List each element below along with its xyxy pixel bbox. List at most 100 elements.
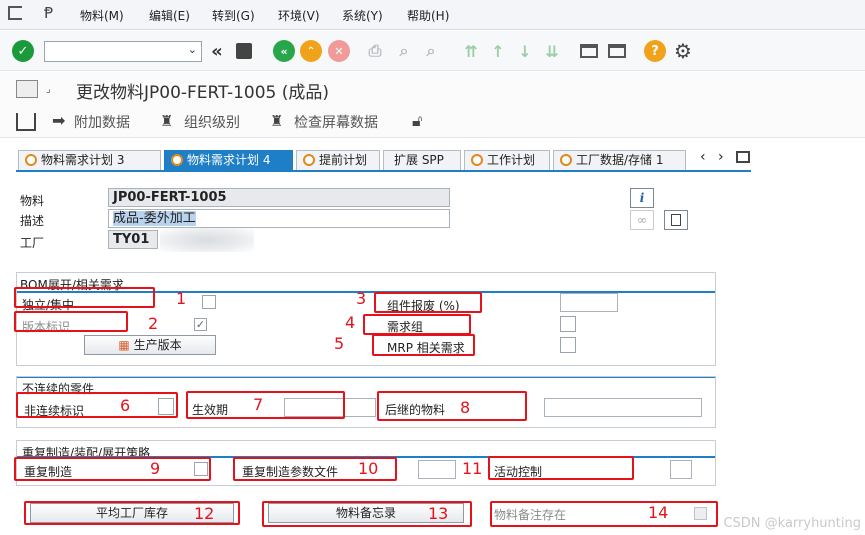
tab-extended-spp[interactable]: 扩展 SPP <box>383 150 461 170</box>
annotation-number-14: 14 <box>648 503 669 522</box>
annotation-box-4 <box>363 314 471 335</box>
annotation-number-9: 9 <box>150 459 161 478</box>
component-scrap-field[interactable] <box>560 293 618 312</box>
annotation-number-2: 2 <box>148 314 159 333</box>
title-bar: ⌟ 更改物料JP00-FERT-1005 (成品) <box>0 72 865 106</box>
help-icon[interactable]: ? <box>644 40 666 62</box>
cancel-icon[interactable]: ✕ <box>328 40 350 62</box>
annotation-number-1: 1 <box>176 289 187 308</box>
watermark: CSDN @karryhunting <box>723 516 861 531</box>
menu-help[interactable]: 帮助(H) <box>407 7 449 24</box>
annotation-number-10: 10 <box>358 459 379 478</box>
tab-status-icon <box>471 154 483 166</box>
annotation-number-3: 3 <box>356 289 367 308</box>
menu-edit[interactable]: 编辑(E) <box>149 7 190 24</box>
standard-toolbar: ✓ ⌄ « « ⌃ ✕ ⎙ ⌕ ⌕ ⇈ ↑ ↓ ⇊ ? ⚙ <box>0 31 865 71</box>
print-icon[interactable]: ⎙ <box>364 40 386 62</box>
exit-icon[interactable]: ⌃ <box>300 40 322 62</box>
info-icon[interactable]: i <box>630 188 654 208</box>
page-title: 更改物料JP00-FERT-1005 (成品) <box>76 83 330 103</box>
edit-data-icon[interactable] <box>16 113 36 131</box>
description-field[interactable]: 成品-委外加工 <box>108 209 450 228</box>
action-control-field[interactable] <box>670 460 692 479</box>
last-page-icon[interactable]: ⇊ <box>541 40 563 62</box>
application-toolbar: ➡ 附加数据 ♜ 组织级别 ♜ 检查屏幕数据 🔓︎ <box>0 106 865 138</box>
plant-label: 工厂 <box>20 236 45 250</box>
description-label: 描述 <box>20 214 45 228</box>
tab-forecasting[interactable]: 提前计划 <box>296 150 380 170</box>
menu-p-icon[interactable]: Ᵽ <box>44 4 53 22</box>
lock-icon[interactable]: 🔓︎ <box>412 111 422 131</box>
check-screen-data-button[interactable]: 检查屏幕数据 <box>294 112 378 132</box>
tab-status-icon <box>25 154 37 166</box>
tab-label: 扩展 SPP <box>394 153 444 167</box>
menu-material[interactable]: 物料(M) <box>80 7 124 24</box>
annotation-box-1 <box>14 287 155 308</box>
find-next-icon[interactable]: ⌕ <box>420 40 442 62</box>
annotation-box-5 <box>372 334 475 356</box>
additional-data-icon[interactable]: ➡ <box>52 111 65 130</box>
production-version-label: 生产版本 <box>133 338 182 352</box>
document-icon[interactable] <box>664 210 688 230</box>
tab-scroll-right-icon[interactable]: › <box>718 149 724 165</box>
annotation-number-12: 12 <box>194 504 215 523</box>
annotation-box-14 <box>490 501 718 527</box>
tab-label: 提前计划 <box>319 153 368 167</box>
annotation-box-3 <box>374 292 482 313</box>
menu-goto[interactable]: 转到(G) <box>212 7 255 24</box>
new-session-icon[interactable] <box>578 40 600 62</box>
find-icon[interactable]: ⌕ <box>393 40 415 62</box>
rem-profile-field[interactable] <box>418 460 456 479</box>
annotation-box-2 <box>14 311 128 332</box>
annotation-box-11 <box>488 456 634 480</box>
tab-underline <box>16 170 751 172</box>
menu-environment[interactable]: 环境(V) <box>278 7 320 24</box>
annotation-box-6 <box>16 392 178 418</box>
command-field[interactable]: ⌄ <box>44 41 202 62</box>
previous-page-icon[interactable]: ↑ <box>487 40 509 62</box>
annotation-number-5: 5 <box>334 334 345 353</box>
tab-scroll-left-icon[interactable]: ‹ <box>700 149 706 165</box>
back-arrows-icon[interactable]: « <box>206 40 228 62</box>
enter-icon[interactable]: ✓ <box>12 40 34 62</box>
annotation-number-4: 4 <box>345 313 356 332</box>
independent-collective-checkbox[interactable] <box>202 295 216 309</box>
org-levels-icon[interactable]: ♜ <box>160 112 173 130</box>
menu-bar: Ᵽ 物料(M) 编辑(E) 转到(G) 环境(V) 系统(Y) 帮助(H) <box>0 0 865 30</box>
screen-layout-icon[interactable] <box>16 80 38 98</box>
next-page-icon[interactable]: ↓ <box>514 40 536 62</box>
tab-status-icon <box>171 154 183 166</box>
org-levels-button[interactable]: 组织级别 <box>184 112 240 132</box>
tab-work-scheduling[interactable]: 工作计划 <box>464 150 550 170</box>
version-indicator-checkbox: ✓ <box>194 318 207 331</box>
production-version-button[interactable]: ▦ 生产版本 <box>84 335 216 355</box>
tab-list-icon[interactable] <box>736 151 750 163</box>
tab-label: 工厂数据/存储 1 <box>576 153 664 167</box>
glasses-icon[interactable]: ∞ <box>630 210 654 230</box>
material-field: JP00-FERT-1005 <box>108 188 450 207</box>
back-icon[interactable]: « <box>273 40 295 62</box>
save-icon[interactable] <box>233 40 255 62</box>
tab-plant-storage-1[interactable]: 工厂数据/存储 1 <box>553 150 686 170</box>
menu-exit-icon[interactable] <box>8 6 22 20</box>
menu-system[interactable]: 系统(Y) <box>342 7 383 24</box>
annotation-number-6: 6 <box>120 396 131 415</box>
shortcut-icon[interactable] <box>606 40 628 62</box>
chevron-down-icon[interactable]: ⌄ <box>188 43 197 56</box>
tab-mrp3[interactable]: 物料需求计划 3 <box>18 150 161 170</box>
tab-status-icon <box>303 154 315 166</box>
check-screen-icon[interactable]: ♜ <box>270 112 283 130</box>
first-page-icon[interactable]: ⇈ <box>460 40 482 62</box>
requirements-group-field[interactable] <box>560 316 576 332</box>
additional-data-button[interactable]: 附加数据 <box>74 112 130 132</box>
tab-mrp4[interactable]: 物料需求计划 4 <box>164 150 293 170</box>
plant-field: TY01 <box>108 230 158 249</box>
annotation-box-9 <box>14 457 211 481</box>
follow-up-material-field[interactable] <box>544 398 702 417</box>
screen-dropdown-icon[interactable]: ⌟ <box>46 84 51 95</box>
annotation-number-11: 11 <box>462 459 483 478</box>
tab-status-icon <box>560 154 572 166</box>
mrp-dependent-req-field[interactable] <box>560 337 576 353</box>
annotation-number-13: 13 <box>428 504 449 523</box>
gear-icon[interactable]: ⚙ <box>672 39 694 63</box>
